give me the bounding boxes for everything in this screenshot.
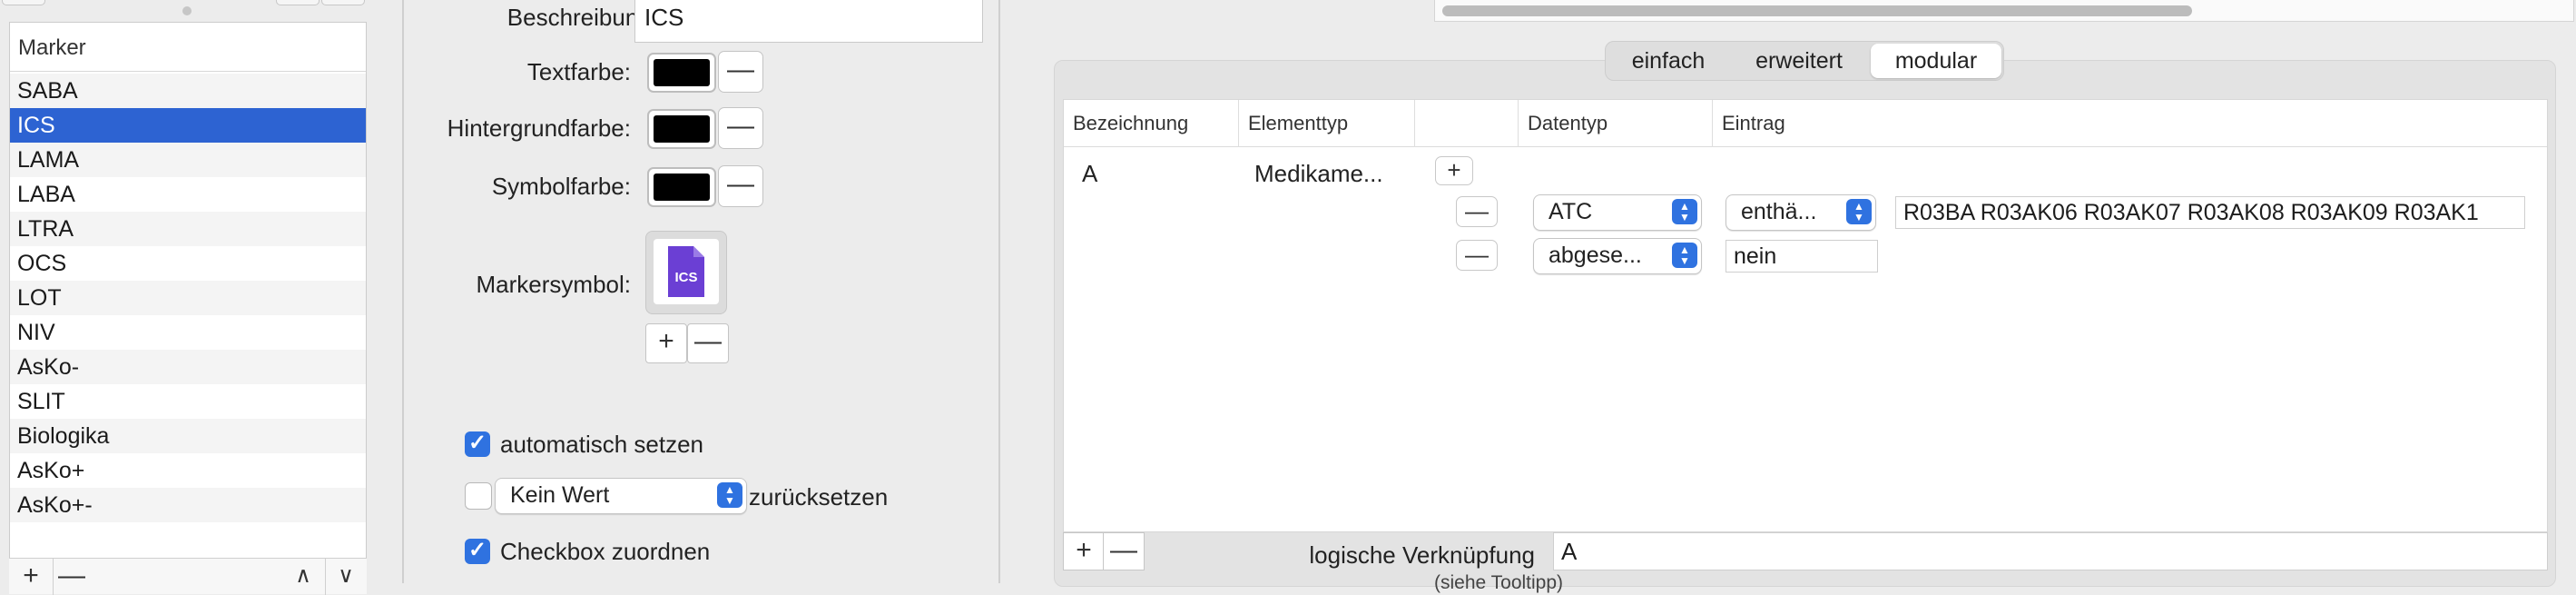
chevron-updown-icon: ▲ ▼: [1672, 243, 1697, 268]
operator-select-value: enthä...: [1741, 199, 1817, 224]
list-item[interactable]: SLIT: [10, 384, 366, 419]
symbolfarbe-label: Symbolfarbe:: [491, 173, 631, 200]
ics-file-icon: ICS: [668, 246, 704, 297]
list-item[interactable]: NIV: [10, 315, 366, 350]
logic-label: logische Verknüpfung: [1309, 541, 1535, 569]
markersymbol-preview: ICS: [654, 239, 719, 304]
column-datentyp[interactable]: Datentyp: [1518, 100, 1722, 147]
remove-row-button[interactable]: —: [1103, 532, 1145, 570]
add-row-button[interactable]: +: [1063, 532, 1105, 570]
kein-wert-select-value: Kein Wert: [510, 482, 610, 508]
textfarbe-clear-button[interactable]: —: [718, 51, 763, 93]
remove-marker-button[interactable]: —: [53, 559, 90, 595]
chevron-updown-icon: ▲ ▼: [1672, 199, 1697, 224]
marker-rows: SABA ICS LAMA LABA LTRA OCS LOT NIV AsKo- SLIT Bio…: [10, 74, 366, 522]
markersymbol-well[interactable]: ICS: [645, 231, 727, 314]
operator-select[interactable]: enthä... ▲ ▼: [1726, 194, 1876, 231]
column-elementtyp[interactable]: Elementtyp: [1238, 100, 1424, 147]
checkbox-zuordnen-checkbox[interactable]: [465, 537, 490, 564]
top-toolbar-button[interactable]: [276, 0, 320, 5]
tab-modular[interactable]: modular: [1871, 44, 2001, 78]
row-bezeichnung[interactable]: A: [1082, 160, 1097, 188]
marker-form: Beschreibung: ICS Textfarbe: — Hintergru…: [404, 0, 1000, 583]
move-up-button[interactable]: ∧: [283, 559, 323, 595]
markersymbol-icon-text: ICS: [674, 270, 697, 285]
add-condition-button[interactable]: +: [1435, 156, 1473, 185]
move-down-button[interactable]: ∨: [325, 559, 366, 595]
symbolfarbe-clear-button[interactable]: —: [718, 165, 763, 207]
datentyp-select[interactable]: abgese... ▲ ▼: [1533, 238, 1702, 274]
marker-sidebar: Marker SABA ICS LAMA LABA LTRA OCS LOT NIV AsKo-…: [0, 0, 404, 595]
automatisch-setzen-checkbox[interactable]: [465, 430, 490, 457]
list-item[interactable]: AsKo+-: [10, 488, 366, 522]
mode-segmented-control: einfach erweitert modular: [1605, 41, 2004, 81]
list-item[interactable]: LAMA: [10, 143, 366, 177]
datentyp-select-value: abgese...: [1549, 243, 1642, 268]
list-item[interactable]: LABA: [10, 177, 366, 212]
horizontal-scrollbar[interactable]: [1434, 0, 2574, 22]
scrollbar-thumb[interactable]: [1442, 5, 2192, 16]
column-eintrag[interactable]: Eintrag: [1712, 100, 2085, 147]
remove-condition-button[interactable]: —: [1456, 240, 1498, 271]
kein-wert-select[interactable]: Kein Wert ▲ ▼: [495, 478, 747, 514]
logic-hint: (siehe Tooltipp): [1433, 572, 1564, 593]
row-elementtyp[interactable]: Medikame...: [1254, 160, 1383, 188]
eintrag-field[interactable]: nein: [1726, 240, 1878, 273]
rule-table: Bezeichnung Elementtyp Datentyp Eintrag …: [1063, 99, 2548, 532]
top-toolbar-button[interactable]: [2, 0, 45, 5]
datentyp-select[interactable]: ATC ▲ ▼: [1533, 194, 1702, 231]
table-header: Bezeichnung Elementtyp Datentyp Eintrag: [1064, 100, 2547, 147]
logic-expression-field[interactable]: A: [1553, 532, 2548, 570]
column-blank[interactable]: [1414, 100, 1528, 147]
list-item[interactable]: LOT: [10, 281, 366, 315]
rule-editor: einfach erweitert modular Bezeichnung El…: [1002, 0, 2576, 593]
list-item[interactable]: SABA: [10, 74, 366, 108]
list-item[interactable]: ICS: [10, 108, 366, 143]
zuruecksetzen-checkbox[interactable]: [465, 482, 492, 510]
chevron-updown-icon: ▲ ▼: [717, 482, 742, 508]
column-bezeichnung[interactable]: Bezeichnung: [1064, 100, 1247, 147]
hintergrundfarbe-clear-button[interactable]: —: [718, 107, 763, 149]
list-item[interactable]: OCS: [10, 246, 366, 281]
remove-symbol-button[interactable]: —: [687, 323, 729, 363]
marker-list[interactable]: Marker SABA ICS LAMA LABA LTRA OCS LOT NIV AsKo-…: [9, 22, 367, 585]
remove-condition-button[interactable]: —: [1456, 196, 1498, 227]
beschreibung-label: Beschreibung:: [506, 4, 658, 31]
table-bottom-bar: + — logische Verknüpfung (siehe Tooltipp…: [1063, 532, 2548, 593]
tab-einfach[interactable]: einfach: [1606, 42, 1731, 80]
splitter-handle[interactable]: [182, 6, 192, 15]
list-toolbar: + — ∧ ∨: [9, 558, 367, 595]
top-toolbar-button[interactable]: [321, 0, 365, 5]
beschreibung-field[interactable]: ICS: [634, 0, 983, 43]
textfarbe-color-well[interactable]: [647, 53, 716, 93]
automatisch-setzen-label: automatisch setzen: [500, 431, 704, 458]
list-item[interactable]: AsKo-: [10, 350, 366, 384]
datentyp-select-value: ATC: [1549, 199, 1593, 224]
zuruecksetzen-label: zurücksetzen: [749, 483, 889, 511]
atc-codes-field[interactable]: R03BA R03AK06 R03AK07 R03AK08 R03AK09 R0…: [1895, 196, 2525, 229]
textfarbe-label: Textfarbe:: [526, 58, 631, 85]
list-column-header[interactable]: Marker: [10, 23, 366, 72]
hintergrundfarbe-label: Hintergrundfarbe:: [447, 114, 631, 142]
add-symbol-button[interactable]: +: [645, 323, 687, 363]
checkbox-zuordnen-label: Checkbox zuordnen: [500, 538, 711, 565]
list-item[interactable]: AsKo+: [10, 453, 366, 488]
hintergrundfarbe-color-well[interactable]: [647, 109, 716, 149]
markersymbol-label: Markersymbol:: [476, 271, 631, 298]
list-item[interactable]: LTRA: [10, 212, 366, 246]
chevron-updown-icon: ▲ ▼: [1846, 199, 1872, 224]
tab-erweitert[interactable]: erweitert: [1731, 42, 1867, 80]
list-item[interactable]: Biologika: [10, 419, 366, 453]
add-marker-button[interactable]: +: [13, 559, 49, 595]
symbolfarbe-color-well[interactable]: [647, 167, 716, 207]
